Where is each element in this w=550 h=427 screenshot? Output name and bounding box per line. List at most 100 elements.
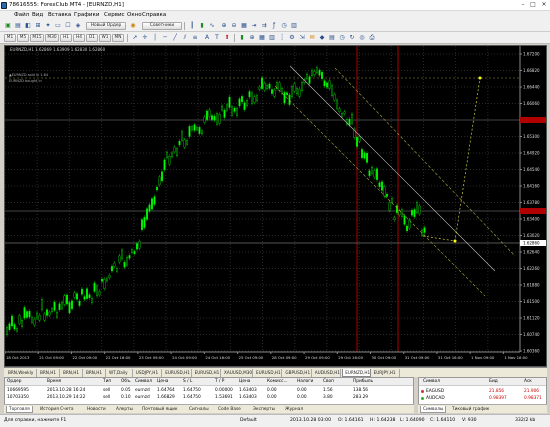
watch-header-cell[interactable]: Символ [423, 379, 440, 384]
bar-chart-icon[interactable]: ┃ [188, 22, 196, 30]
terminal-tab[interactable]: Сигналы [187, 406, 211, 413]
properties-icon[interactable]: ⚙ [288, 34, 296, 42]
chart-tab[interactable]: EURJPY,H1 [372, 369, 400, 377]
terminal-tab[interactable]: Почтовый ящик [140, 406, 180, 413]
timeframe-m30[interactable]: M30 [45, 34, 59, 42]
chart-tab[interactable]: BRN,H1 [38, 369, 60, 377]
ea-icon[interactable]: ◉ [129, 22, 137, 30]
terminal-tab[interactable]: Журнал [283, 406, 305, 413]
chart-tab[interactable]: EURUSD,H1 [163, 369, 192, 377]
zoom-out-icon[interactable]: ⊖ [230, 22, 238, 30]
table-header-cell[interactable]: Время [47, 379, 61, 384]
grid-icon[interactable]: ▦ [258, 34, 266, 42]
table-header-cell[interactable]: Цена [239, 379, 250, 384]
chart-tab[interactable]: BRN,Weekly [6, 369, 37, 377]
timeframe-h1[interactable]: H1 [60, 34, 72, 42]
watch-tab[interactable]: Символы [420, 406, 447, 413]
fibonacci-icon[interactable]: ≡ [191, 34, 199, 42]
chart-tab[interactable]: EURNZD,H1 [342, 369, 371, 377]
refresh-icon[interactable]: ↻ [348, 34, 356, 42]
print-icon[interactable]: ⎙ [368, 34, 376, 42]
minimize-button[interactable]: – [518, 1, 528, 9]
timeframe-d1[interactable]: D1 [86, 34, 98, 42]
alert-icon[interactable]: ✉ [308, 34, 316, 42]
chart-tab[interactable]: WT,Daily [107, 369, 133, 377]
watch-header-cell[interactable]: Аск [524, 379, 532, 384]
chart-tab[interactable]: GBPUSD,H1 [283, 369, 312, 377]
chart-tab[interactable]: BRN,H1 [61, 369, 83, 377]
period-separators-icon[interactable]: ┊ [278, 34, 286, 42]
terminal-tab[interactable]: История Счета [38, 406, 76, 413]
menu-window[interactable]: Окно [127, 12, 142, 18]
terminal-tab[interactable]: Code Base [216, 406, 243, 413]
text-label-icon[interactable]: T [213, 34, 221, 42]
equidistant-channel-icon[interactable]: ⫽ [181, 34, 189, 42]
maximize-button[interactable]: □ [528, 1, 538, 9]
chart-shift-icon[interactable]: ⇥ [250, 22, 258, 30]
table-header-cell[interactable]: Цена [157, 379, 168, 384]
menu-insert[interactable]: Вставка [48, 12, 71, 18]
terminal-tab[interactable]: Новости [85, 406, 108, 413]
watch-row[interactable]: AUDCAD 0.98397 0.98371 [419, 395, 546, 402]
menu-tools[interactable]: Сервис [104, 12, 125, 18]
price-chart[interactable]: ▲EURNZD sold in 1.64 EURNZD bought in 1.67… [4, 45, 547, 367]
timeframe-m15[interactable]: M15 [30, 34, 44, 42]
watch-header-cell[interactable]: Бид [489, 379, 498, 384]
terminal-tab[interactable]: Алерты [114, 406, 135, 413]
chart-tab[interactable]: XAUUSD,M30 [222, 369, 253, 377]
close-button[interactable]: ✕ [539, 1, 549, 9]
table-header-cell[interactable]: Символ [135, 379, 152, 384]
tester-icon[interactable]: ☐ [64, 22, 72, 30]
chart-tab[interactable]: EURUSD,H1 [193, 369, 221, 377]
chart-tab[interactable]: EURUSD,H1 [254, 369, 283, 377]
zoom-icon[interactable]: ⊕ [248, 34, 256, 42]
timeframe-m5[interactable]: M5 [17, 34, 29, 42]
menu-view[interactable]: Вид [32, 12, 43, 18]
data-window-icon[interactable]: ⊞ [34, 22, 42, 30]
trendline-icon[interactable]: ╱ [171, 34, 179, 42]
candlestick-icon[interactable]: ▮ [198, 22, 206, 30]
zoom-in-icon[interactable]: ⊕ [220, 22, 228, 30]
chart-tab[interactable]: USDJPY,H1 [134, 369, 163, 377]
candles-icon[interactable]: ▮ [238, 34, 246, 42]
table-header-cell[interactable]: T / P [215, 379, 224, 384]
cursor-icon[interactable]: ➚ [131, 34, 139, 42]
autoscroll-icon[interactable]: ⇉ [260, 22, 268, 30]
table-header-cell[interactable]: Комисс... [267, 379, 288, 384]
new-chart-icon[interactable]: ▣ [4, 22, 12, 30]
table-header-cell[interactable]: Объ. [121, 379, 131, 384]
volumes-icon[interactable]: ▥ [268, 34, 276, 42]
vertical-line-icon[interactable]: │ [151, 34, 159, 42]
meta-editor-icon[interactable]: ◈ [74, 22, 82, 30]
timeframe-mn[interactable]: MN [112, 34, 124, 42]
table-header-cell[interactable]: S / L [183, 379, 192, 384]
text-icon[interactable]: A [203, 34, 211, 42]
table-header-cell[interactable]: Своп [323, 379, 334, 384]
table-header-cell[interactable]: Налоги [297, 379, 313, 384]
globe-icon[interactable]: ◎ [358, 34, 366, 42]
arrows-icon[interactable]: ⬆ [223, 34, 231, 42]
table-row[interactable]: 10669595 2013.10.28 16:24 sell 0.05 eurnzd 1.… [5, 387, 413, 394]
expert-advisors-button[interactable]: Советники [142, 22, 182, 30]
terminal-tab[interactable]: Торговля [6, 406, 33, 413]
watch-tab[interactable]: Тиковый график [450, 406, 491, 413]
terminal-icon[interactable]: ▭ [54, 22, 62, 30]
menu-file[interactable]: Файл [14, 12, 29, 18]
objects-icon[interactable]: ◆ [318, 34, 326, 42]
table-row[interactable]: 10703350 2013.10.29 14:22 sell 0.10 eurnzd 1.… [5, 394, 413, 401]
periods-icon[interactable]: ◷ [338, 34, 346, 42]
shift-end-icon[interactable]: ⇲ [298, 34, 306, 42]
templates-icon[interactable]: ▤ [328, 34, 336, 42]
timeframe-m1[interactable]: M1 [4, 34, 16, 42]
line-chart-icon[interactable]: ∿ [208, 22, 216, 30]
templates-icon[interactable]: ▥ [290, 22, 298, 30]
navigator-icon[interactable]: ✦ [44, 22, 52, 30]
timeframe-w1[interactable]: W1 [99, 34, 111, 42]
profiles-icon[interactable]: ▤ [14, 22, 22, 30]
timeframe-h4[interactable]: H4 [73, 34, 85, 42]
crosshair-icon[interactable]: ✛ [141, 34, 149, 42]
table-header-cell[interactable]: Тип [103, 379, 111, 384]
chart-tab[interactable]: AUDUSD,H1 [313, 369, 342, 377]
new-order-button[interactable]: Новый Ордер [86, 22, 126, 30]
watch-row[interactable]: EAGUSD 21.856 21.906 [419, 388, 546, 395]
